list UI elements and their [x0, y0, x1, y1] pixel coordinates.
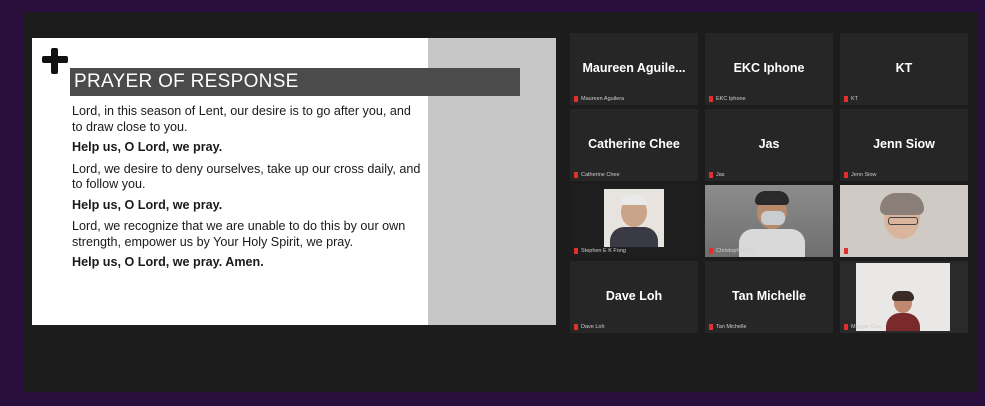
shared-slide: PRAYER OF RESPONSE Lord, in this season …: [32, 38, 556, 325]
participant-tile[interactable]: Tan Michelle Tan Michelle: [705, 261, 833, 333]
participant-tile[interactable]: Dave Loh Dave Loh: [570, 261, 698, 333]
participant-label: Jas: [709, 172, 725, 178]
slide-title: PRAYER OF RESPONSE: [70, 68, 520, 96]
participant-label: Dave Loh: [574, 324, 605, 330]
prayer-response: Help us, O Lord, we pray.: [72, 197, 223, 212]
participant-label-text: Catherine Chee: [581, 172, 620, 178]
participant-label: Jenn Siow: [844, 172, 876, 178]
participant-name: Catherine Chee: [588, 137, 680, 151]
participant-video-tile[interactable]: Stephen E K Fong: [570, 185, 698, 257]
participant-tile[interactable]: Maureen Aguile... Maureen Aguilera: [570, 33, 698, 105]
participant-video-tile[interactable]: PayChu: [840, 185, 968, 257]
prayer-line: Lord, we desire to deny ourselves, take …: [72, 161, 421, 192]
mic-muted-icon: [709, 172, 713, 178]
participant-tile[interactable]: Jenn Siow Jenn Siow: [840, 109, 968, 181]
participant-label-text: Jas: [716, 172, 725, 178]
prayer-line: Lord, we recognize that we are unable to…: [72, 219, 406, 249]
participant-video: [856, 263, 950, 331]
participant-label-text: Maggie Chu: [851, 324, 881, 330]
participant-label: Maggie Chu: [844, 324, 881, 330]
mic-muted-icon: [844, 324, 848, 330]
participant-gallery: Maureen Aguile... Maureen Aguilera EKC I…: [570, 33, 972, 333]
meeting-stage: PRAYER OF RESPONSE Lord, in this season …: [24, 12, 978, 392]
prayer-text: Lord, in this season of Lent, our desire…: [72, 104, 422, 277]
mic-muted-icon: [709, 324, 713, 330]
participant-label-text: PayChu: [851, 248, 871, 254]
mic-muted-icon: [574, 172, 578, 178]
participant-name: Tan Michelle: [731, 289, 807, 303]
prayer-response: Help us, O Lord, we pray. Amen.: [72, 255, 264, 269]
participant-label: Catherine Chee: [574, 172, 620, 178]
participant-name: Jenn Siow: [873, 137, 935, 151]
participant-name: Jas: [758, 137, 780, 151]
participant-name: KT: [895, 61, 913, 75]
participant-label-text: EKC Iphone: [716, 96, 746, 102]
participant-label: Tan Michelle: [709, 324, 747, 330]
participant-tile[interactable]: Jas Jas: [705, 109, 833, 181]
prayer-response: Help us, O Lord, we pray.: [72, 140, 223, 154]
prayer-line: Lord, in this season of Lent, our desire…: [72, 104, 411, 134]
mic-muted-icon: [844, 172, 848, 178]
participant-video: [840, 185, 968, 257]
participant-video-tile[interactable]: Christopher Pan: [705, 185, 833, 257]
participant-label: Christopher Pan: [709, 248, 756, 254]
mic-muted-icon: [574, 248, 578, 254]
participant-tile[interactable]: Catherine Chee Catherine Chee: [570, 109, 698, 181]
participant-label: EKC Iphone: [709, 96, 746, 102]
mic-muted-icon: [844, 96, 848, 102]
participant-label-text: Jenn Siow: [851, 172, 877, 178]
mic-muted-icon: [709, 248, 713, 254]
participant-tile[interactable]: KT KT: [840, 33, 968, 105]
participant-label-text: Stephen E K Fong: [581, 248, 626, 254]
mic-muted-icon: [844, 248, 848, 254]
mic-muted-icon: [709, 96, 713, 102]
participant-video-tile[interactable]: Maggie Chu: [840, 261, 968, 333]
participant-label-text: Christopher Pan: [716, 248, 756, 254]
participant-label: Maureen Aguilera: [574, 96, 624, 102]
participant-tile[interactable]: EKC Iphone EKC Iphone: [705, 33, 833, 105]
participant-video: [705, 185, 833, 257]
participant-name: EKC Iphone: [733, 61, 805, 75]
mic-muted-icon: [574, 96, 578, 102]
participant-label: Stephen E K Fong: [574, 248, 626, 254]
participant-name: Dave Loh: [605, 289, 663, 303]
participant-label: PayChu: [844, 248, 871, 254]
mic-muted-icon: [574, 324, 578, 330]
participant-label-text: KT: [851, 96, 859, 102]
participant-label-text: Dave Loh: [581, 324, 605, 330]
participant-label: KT: [844, 96, 858, 102]
cross-icon: [42, 48, 68, 74]
participant-video: [604, 189, 664, 247]
participant-label-text: Maureen Aguilera: [581, 96, 625, 102]
participant-name: Maureen Aguile...: [582, 61, 686, 75]
participant-label-text: Tan Michelle: [716, 324, 747, 330]
